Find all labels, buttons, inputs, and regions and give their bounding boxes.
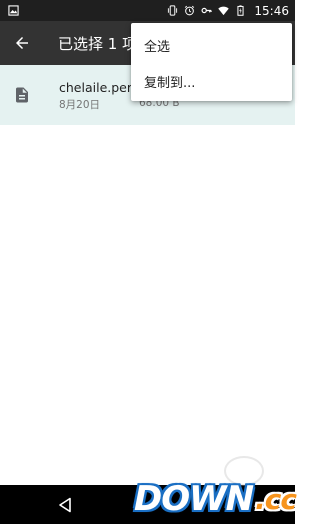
file-icon-container bbox=[0, 65, 44, 125]
alarm-icon bbox=[185, 5, 195, 16]
file-list: chelaile.persist 8月20日 68.00 B bbox=[0, 65, 295, 485]
vibrate-icon bbox=[168, 5, 178, 16]
arrow-back-icon bbox=[16, 37, 28, 49]
screen: 15:46 已选择 1 项 chelaile.persist 8月20日 68.… bbox=[0, 0, 297, 524]
status-bar: 15:46 bbox=[0, 0, 295, 21]
status-time: 15:46 bbox=[254, 3, 289, 18]
image-icon bbox=[8, 5, 19, 16]
selection-count-title: 已选择 1 项 bbox=[58, 34, 138, 53]
overflow-menu: 全选 复制到... bbox=[131, 23, 292, 101]
menu-item-copy-to[interactable]: 复制到... bbox=[131, 63, 292, 99]
file-date: 8月20日 bbox=[59, 99, 101, 111]
document-icon bbox=[16, 87, 28, 103]
key-icon bbox=[201, 7, 213, 14]
back-button[interactable] bbox=[0, 21, 44, 65]
wifi-icon bbox=[218, 6, 230, 16]
nav-back-icon[interactable] bbox=[56, 495, 76, 515]
watermark-main-text: DOWN bbox=[134, 479, 254, 519]
watermark-suffix-text: .cc bbox=[255, 482, 297, 516]
menu-item-select-all[interactable]: 全选 bbox=[131, 27, 292, 63]
watermark-logo: DOWN .cc bbox=[134, 478, 297, 520]
battery-icon bbox=[237, 5, 244, 16]
